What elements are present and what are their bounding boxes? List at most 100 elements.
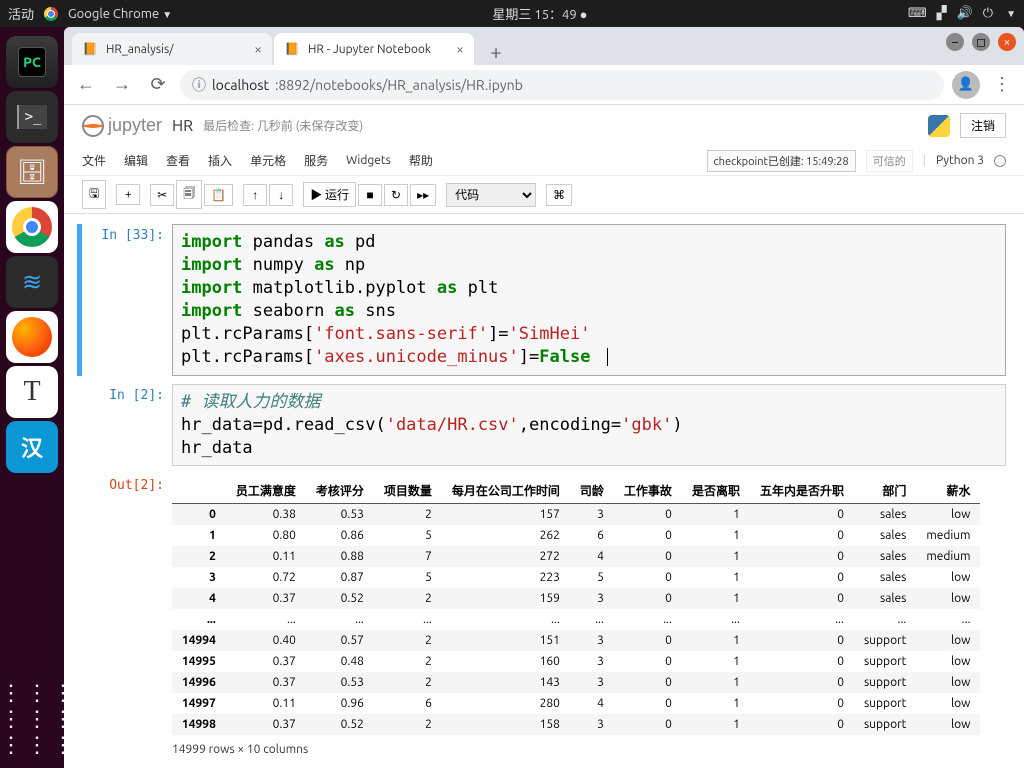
network-icon[interactable]: ▞: [937, 6, 947, 21]
paste-button[interactable]: 📋: [204, 184, 233, 206]
notebook-area: In [33]: import pandas as pd import nump…: [64, 214, 1024, 768]
output-cell-2: Out[2]: 员工满意度考核评分项目数量每月在公司工作时间司龄工作事故是否离职…: [82, 474, 1006, 760]
table-row: .................................: [172, 609, 980, 630]
omnibar: ← → ⟳ ⓘ localhost :8892/notebooks/HR_anal…: [64, 65, 1024, 105]
window-close-button[interactable]: ×: [998, 33, 1016, 51]
cell-type-select[interactable]: 代码: [446, 183, 536, 207]
menu-insert[interactable]: 插入: [208, 152, 232, 169]
menu-view[interactable]: 查看: [166, 152, 190, 169]
move-down-button[interactable]: ↓: [269, 184, 293, 206]
python-icon: [928, 115, 950, 137]
new-tab-button[interactable]: +: [482, 37, 510, 65]
launcher-files[interactable]: 🗄: [6, 146, 58, 198]
kernel-name[interactable]: Python 3: [936, 154, 984, 167]
power-icon[interactable]: ⏻: [983, 6, 993, 21]
system-menu-icon[interactable]: ▼: [1006, 8, 1016, 20]
profile-button[interactable]: 👤: [952, 71, 980, 99]
jupyter-page: jupyter HR 最后检查: 几秒前 (未保存改变) 注销 文件 编辑 查看…: [64, 105, 1024, 768]
launcher-text-editor[interactable]: T: [6, 366, 58, 418]
input-prompt: In [33]:: [82, 224, 172, 376]
url-bar[interactable]: ⓘ localhost :8892/notebooks/HR_analysis/H…: [180, 70, 944, 100]
menu-cell[interactable]: 单元格: [250, 152, 286, 169]
insert-cell-button[interactable]: +: [116, 184, 140, 205]
table-row: 149950.370.4821603010supportlow: [172, 651, 980, 672]
tab-title: HR_analysis/: [106, 43, 174, 56]
launcher-dictionary[interactable]: 汉: [6, 421, 58, 473]
launcher-pycharm[interactable]: PC: [6, 36, 58, 88]
activities-button[interactable]: 活动: [8, 4, 34, 23]
launcher-vscode[interactable]: ≋: [6, 256, 58, 308]
menu-edit[interactable]: 编辑: [124, 152, 148, 169]
table-row: 20.110.8872724010salesmedium: [172, 546, 980, 567]
trusted-indicator[interactable]: 可信的: [866, 150, 913, 172]
table-row: 149940.400.5721513010supportlow: [172, 630, 980, 651]
dataframe-footer: 14999 rows × 10 columns: [172, 735, 1006, 756]
code-editor[interactable]: import pandas as pd import numpy as np i…: [172, 224, 1006, 376]
notebook-title[interactable]: HR: [172, 117, 193, 135]
url-host: localhost: [212, 77, 269, 93]
cut-button[interactable]: ✂: [150, 184, 174, 206]
tab-hr-notebook[interactable]: 📙 HR - Jupyter Notebook ×: [274, 33, 474, 65]
restart-button[interactable]: ↻: [384, 184, 408, 206]
input-prompt: In [2]:: [82, 384, 172, 467]
logout-button[interactable]: 注销: [960, 113, 1006, 138]
table-row: 149960.370.5321433010supportlow: [172, 672, 980, 693]
chrome-icon: [44, 7, 58, 21]
output-prompt: Out[2]:: [82, 474, 172, 760]
site-info-icon[interactable]: ⓘ: [192, 75, 206, 95]
chrome-window: 📙 HR_analysis/ × 📙 HR - Jupyter Notebook…: [64, 27, 1024, 768]
kernel-indicator-icon: [994, 155, 1006, 167]
jupyter-toolbar: 🖫 + ✂ 🗐 📋 ↑ ↓ ▶ 运行 ■ ↻ ▸▸ 代码 ⌘: [64, 176, 1024, 214]
run-button[interactable]: ▶ 运行: [303, 182, 356, 207]
code-cell-1[interactable]: In [33]: import pandas as pd import nump…: [77, 224, 1006, 376]
app-menu[interactable]: Google Chrome▼: [68, 7, 172, 21]
table-row: 10.800.8652626010salesmedium: [172, 525, 980, 546]
volume-icon[interactable]: 🔊: [957, 6, 973, 21]
dataframe-table: 员工满意度考核评分项目数量每月在公司工作时间司龄工作事故是否离职五年内是否升职部…: [172, 478, 980, 735]
tab-strip: 📙 HR_analysis/ × 📙 HR - Jupyter Notebook…: [64, 27, 1024, 65]
save-status: 最后检查: 几秒前 (未保存改变): [203, 117, 363, 134]
window-minimize-button[interactable]: –: [946, 33, 964, 51]
menu-help[interactable]: 帮助: [409, 152, 433, 169]
table-row: 149980.370.5221583010supportlow: [172, 714, 980, 735]
jupyter-menubar: 文件 编辑 查看 插入 单元格 服务 Widgets 帮助 checkpoint…: [64, 146, 1024, 176]
menu-file[interactable]: 文件: [82, 152, 106, 169]
jupyter-favicon-icon: 📙: [82, 41, 98, 57]
interrupt-button[interactable]: ■: [358, 184, 382, 206]
jupyter-favicon-icon: 📙: [284, 41, 300, 57]
copy-button[interactable]: 🗐: [176, 180, 202, 209]
launcher-dock: PC >_ 🗄 ≋ T 汉 ⋮⋮⋮⋮⋮⋮⋮⋮⋮: [0, 27, 64, 768]
forward-button[interactable]: →: [108, 71, 136, 99]
launcher-chrome[interactable]: [6, 201, 58, 253]
move-up-button[interactable]: ↑: [243, 184, 267, 206]
jupyter-header: jupyter HR 最后检查: 几秒前 (未保存改变) 注销: [64, 105, 1024, 146]
code-cell-2[interactable]: In [2]: # 读取人力的数据 hr_data=pd.read_csv('d…: [82, 384, 1006, 467]
command-palette-button[interactable]: ⌘: [546, 184, 572, 206]
close-tab-icon[interactable]: ×: [254, 41, 262, 57]
window-maximize-button[interactable]: ◻: [972, 33, 990, 51]
table-row: 40.370.5221593010saleslow: [172, 588, 980, 609]
back-button[interactable]: ←: [72, 71, 100, 99]
menu-kernel[interactable]: 服务: [304, 152, 328, 169]
checkpoint-message: checkpoint已创建: 15:49:28: [707, 150, 856, 172]
tab-title: HR - Jupyter Notebook: [308, 43, 431, 56]
clock[interactable]: 星期三 15：49 ●: [172, 4, 908, 23]
show-applications-icon[interactable]: ⋮⋮⋮⋮⋮⋮⋮⋮⋮: [0, 680, 64, 758]
jupyter-logo[interactable]: jupyter: [82, 115, 162, 137]
menu-widgets[interactable]: Widgets: [346, 154, 391, 167]
dataframe-output: 员工满意度考核评分项目数量每月在公司工作时间司龄工作事故是否离职五年内是否升职部…: [172, 474, 1006, 760]
save-button[interactable]: 🖫: [82, 180, 106, 209]
chrome-menu-button[interactable]: ⋮: [988, 71, 1016, 99]
reload-button[interactable]: ⟳: [144, 71, 172, 99]
url-path: :8892/notebooks/HR_analysis/HR.ipynb: [275, 77, 523, 93]
close-tab-icon[interactable]: ×: [456, 41, 464, 57]
restart-run-all-button[interactable]: ▸▸: [410, 184, 436, 206]
table-row: 30.720.8752235010saleslow: [172, 567, 980, 588]
keyboard-icon[interactable]: ⌨: [908, 6, 927, 21]
launcher-firefox[interactable]: [6, 311, 58, 363]
launcher-terminal[interactable]: >_: [6, 91, 58, 143]
code-editor[interactable]: # 读取人力的数据 hr_data=pd.read_csv('data/HR.c…: [172, 384, 1006, 467]
tab-hr-analysis[interactable]: 📙 HR_analysis/ ×: [72, 33, 272, 65]
gnome-topbar: 活动 Google Chrome▼ 星期三 15：49 ● ⌨ ▞ 🔊 ⏻ ▼: [0, 0, 1024, 27]
table-row: 149970.110.9662804010supportlow: [172, 693, 980, 714]
